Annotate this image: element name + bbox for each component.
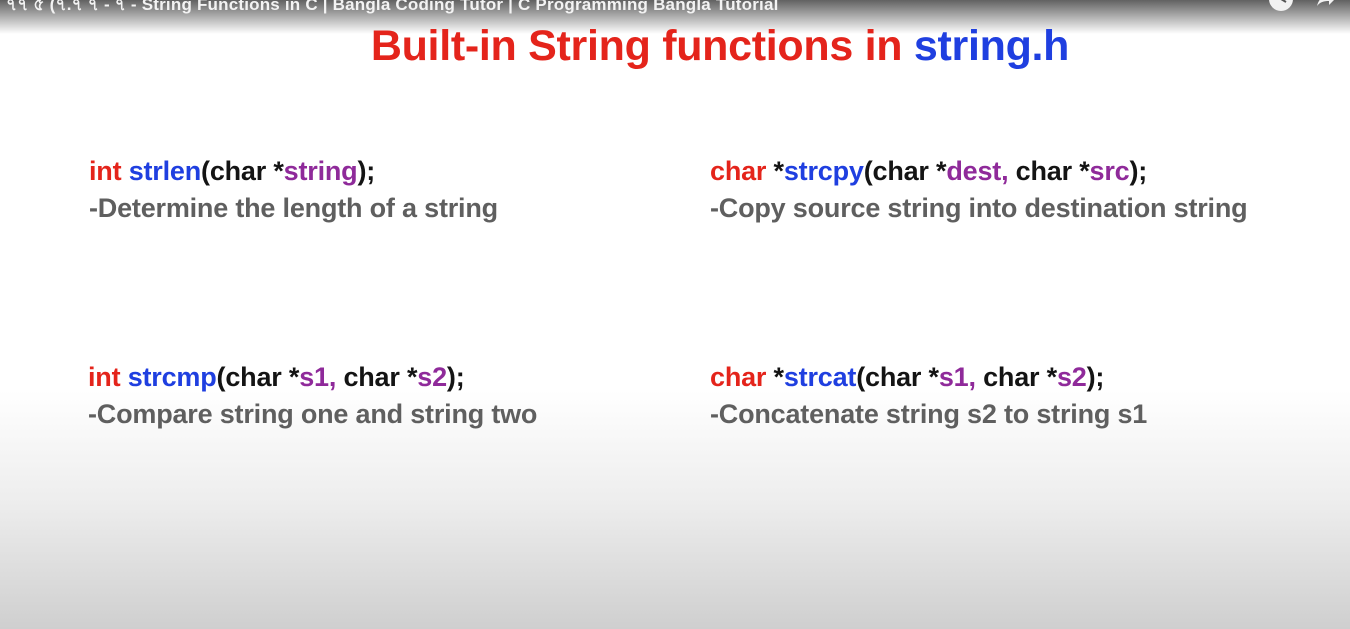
param-type: char * [343, 362, 418, 392]
function-card-strcpy: char *strcpy(char *dest, char *src); -Co… [710, 152, 1248, 226]
param-name: s2 [1056, 362, 1087, 392]
slide-heading: Built-in String functions in string.h [0, 22, 1350, 71]
function-description: -Compare string one and string two [88, 399, 538, 429]
heading-text: Built-in String functions in [370, 22, 914, 70]
function-name: strcat [783, 362, 857, 392]
return-type: char [710, 362, 767, 392]
video-title[interactable]: ৭৭ ৫ (৭.৭ ৭ - ৭ - String Functions in C … [6, 0, 779, 20]
param-separator: , [328, 362, 344, 392]
param-type: char * [983, 362, 1057, 392]
return-type: int [88, 362, 121, 392]
pointer-star: * [773, 362, 785, 392]
heading-header-name: string.h [913, 22, 1070, 70]
function-card-strcmp: int strcmp(char *s1, char *s2); -Compare… [88, 358, 537, 432]
function-name: strcmp [127, 362, 217, 392]
param-name: src [1089, 156, 1130, 186]
clock-icon[interactable] [1268, 0, 1294, 12]
param-name: s2 [417, 362, 447, 392]
param-name: dest [946, 156, 1002, 186]
param-type: char * [209, 156, 284, 186]
video-top-icons [1268, 0, 1338, 12]
function-signature: char *strcat(char *s1, char *s2); [710, 358, 1147, 396]
param-type: char * [1015, 156, 1090, 186]
close-paren: ); [446, 362, 465, 392]
param-name: s1 [299, 362, 329, 392]
function-signature: int strlen(char *string); [89, 152, 498, 190]
function-card-strcat: char *strcat(char *s1, char *s2); -Conca… [710, 358, 1147, 432]
function-card-strlen: int strlen(char *string); -Determine the… [89, 152, 498, 226]
open-paren: ( [856, 362, 865, 392]
share-icon[interactable] [1312, 0, 1338, 12]
param-separator: , [1001, 156, 1016, 186]
open-paren: ( [863, 156, 873, 186]
function-name: strcpy [783, 156, 864, 186]
param-name: string [283, 156, 358, 186]
function-name: strlen [128, 156, 202, 186]
param-separator: , [968, 362, 984, 392]
close-paren: ); [357, 156, 376, 186]
return-type: char [710, 156, 767, 186]
close-paren: ); [1086, 362, 1105, 392]
param-name: s1 [938, 362, 969, 392]
param-type: char * [225, 362, 300, 392]
function-signature: char *strcpy(char *dest, char *src); [710, 152, 1247, 190]
param-type: char * [865, 362, 939, 392]
function-description: -Copy source string into destination str… [710, 193, 1248, 223]
function-description: -Concatenate string s2 to string s1 [710, 399, 1148, 429]
function-description: -Determine the length of a string [89, 193, 498, 223]
function-signature: int strcmp(char *s1, char *s2); [88, 358, 537, 396]
close-paren: ); [1129, 156, 1148, 186]
pointer-star: * [773, 156, 785, 186]
param-type: char * [872, 156, 947, 186]
open-paren: ( [201, 156, 210, 186]
return-type: int [89, 156, 122, 186]
